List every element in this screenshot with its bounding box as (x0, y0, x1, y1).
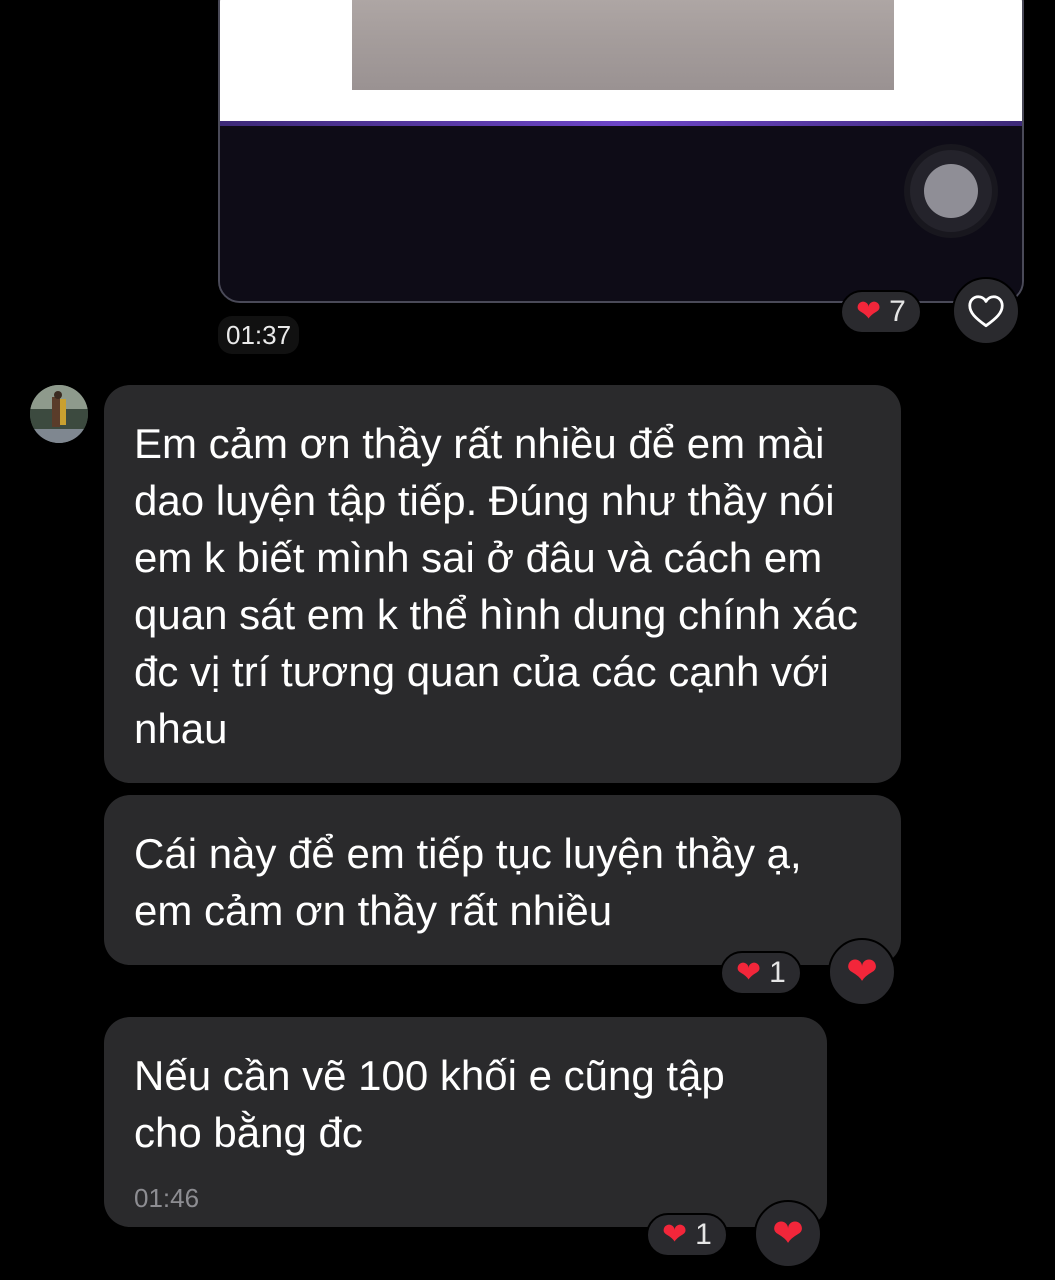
reaction-count-pill[interactable]: ❤ 7 (840, 290, 922, 334)
message-bubble[interactable]: Cái này để em tiếp tục luyện thầy ạ, em … (104, 795, 901, 965)
message-text: Cái này để em tiếp tục luyện thầy ạ, em … (134, 830, 802, 934)
reaction-count: 7 (889, 295, 906, 328)
love-reaction-button[interactable]: ❤ (754, 1200, 822, 1268)
love-reaction-button[interactable]: ❤ (828, 938, 896, 1006)
avatar-image (30, 385, 88, 443)
message-bubble[interactable]: Em cảm ơn thầy rất nhiều để em mài dao l… (104, 385, 901, 783)
heart-icon: ❤ (662, 1218, 688, 1251)
heart-icon: ❤ (736, 956, 762, 989)
reaction-count-pill[interactable]: ❤ 1 (646, 1213, 728, 1257)
video-message-card[interactable] (218, 0, 1024, 303)
like-button[interactable] (952, 277, 1020, 345)
message-bubble[interactable]: Nếu cần vẽ 100 khối e cũng tập cho bằng … (104, 1017, 827, 1227)
play-button-knob-icon (924, 164, 978, 218)
reaction-count: 1 (695, 1218, 712, 1251)
avatar[interactable] (30, 385, 88, 443)
video-dark-area (220, 126, 1022, 301)
reaction-count: 1 (769, 956, 786, 989)
reaction-count-pill[interactable]: ❤ 1 (720, 951, 802, 995)
heart-outline-icon (968, 295, 1004, 328)
play-button[interactable] (910, 150, 992, 232)
heart-filled-icon: ❤ (772, 1213, 804, 1255)
message-text: Nếu cần vẽ 100 khối e cũng tập cho bằng … (134, 1052, 725, 1156)
heart-icon: ❤ (856, 295, 882, 328)
message-timestamp: 01:46 (134, 1183, 200, 1213)
video-thumbnail-image (352, 0, 894, 90)
message-timestamp: 01:37 (218, 316, 300, 354)
message-text: Em cảm ơn thầy rất nhiều để em mài dao l… (134, 420, 858, 752)
heart-filled-icon: ❤ (846, 951, 878, 993)
